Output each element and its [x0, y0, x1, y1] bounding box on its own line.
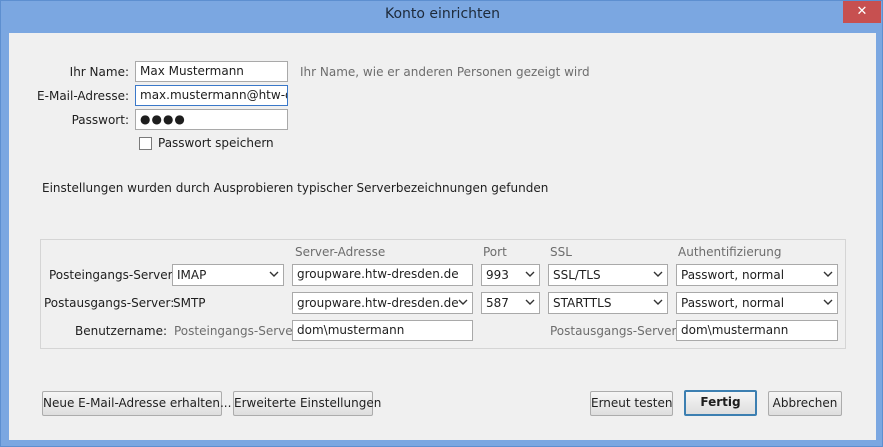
new-email-address-button[interactable]: Neue E-Mail-Adresse erhalten... — [42, 391, 231, 416]
incoming-port-select[interactable]: 993 — [481, 264, 540, 286]
chevron-down-icon — [269, 271, 279, 277]
username-incoming-label: Posteingangs-Server: — [174, 324, 302, 338]
server-settings-group: Server-Adresse Port SSL Authentifizierun… — [40, 239, 846, 349]
outgoing-port-select[interactable]: 587 — [481, 292, 540, 314]
cancel-button[interactable]: Abbrechen — [768, 391, 842, 416]
dialog-body: Ihr Name: Max Mustermann Ihr Name, wie e… — [9, 33, 876, 440]
username-label: Benutzername: — [74, 324, 167, 338]
column-header-authentication: Authentifizierung — [678, 245, 782, 259]
chevron-down-icon — [823, 299, 833, 305]
name-field-value: Max Mustermann — [140, 64, 244, 78]
incoming-server-address-field[interactable]: groupware.htw-dresden.de — [292, 264, 473, 286]
username-outgoing-label: Postausgangs-Server: — [550, 324, 681, 338]
password-field-value: ●●●● — [140, 112, 186, 126]
password-label: Passwort: — [71, 113, 129, 127]
outgoing-ssl-select[interactable]: STARTTLS — [548, 292, 668, 314]
done-button[interactable]: Fertig — [684, 390, 757, 416]
window-title: Konto einrichten — [385, 6, 500, 22]
close-icon: ✕ — [856, 4, 868, 19]
incoming-ssl-select[interactable]: SSL/TLS — [548, 264, 668, 286]
incoming-auth-select[interactable]: Passwort, normal — [676, 264, 838, 286]
incoming-protocol-select[interactable]: IMAP — [172, 264, 284, 286]
remember-password-label[interactable]: Passwort speichern — [158, 136, 274, 150]
advanced-settings-button[interactable]: Erweiterte Einstellungen — [233, 391, 381, 416]
outgoing-port-value: 587 — [486, 296, 509, 310]
outgoing-server-address-value: groupware.htw-dresden.de — [297, 296, 459, 310]
outgoing-protocol-text: SMTP — [173, 296, 206, 310]
title-bar[interactable]: Konto einrichten ✕ — [1, 1, 883, 33]
detection-status-text: Einstellungen wurden durch Ausprobieren … — [42, 181, 549, 195]
incoming-server-label: Posteingangs-Server: — [49, 268, 177, 282]
email-field[interactable]: max.mustermann@htw-dresden.de — [135, 85, 288, 106]
incoming-username-field[interactable]: dom\mustermann — [292, 320, 473, 341]
retest-button[interactable]: Erneut testen — [590, 391, 673, 416]
column-header-server-address: Server-Adresse — [295, 245, 386, 259]
chevron-down-icon — [823, 271, 833, 277]
incoming-auth-value: Passwort, normal — [681, 268, 785, 282]
chevron-down-icon — [653, 271, 663, 277]
chevron-down-icon — [653, 299, 663, 305]
chevron-down-icon — [525, 271, 535, 277]
password-field[interactable]: ●●●● — [135, 109, 288, 130]
chevron-down-icon — [525, 299, 535, 305]
close-button[interactable]: ✕ — [843, 1, 881, 23]
outgoing-auth-select[interactable]: Passwort, normal — [676, 292, 838, 314]
remember-password-checkbox[interactable] — [139, 137, 152, 150]
account-setup-window: Konto einrichten ✕ Ihr Name: Max Musterm… — [0, 0, 883, 447]
column-header-ssl: SSL — [550, 245, 572, 259]
chevron-down-icon — [458, 299, 468, 305]
outgoing-ssl-value: STARTTLS — [553, 296, 612, 310]
outgoing-username-value: dom\mustermann — [681, 323, 789, 337]
outgoing-server-label: Postausgangs-Server: — [44, 296, 175, 310]
email-label: E-Mail-Adresse: — [37, 89, 129, 103]
incoming-port-value: 993 — [486, 268, 509, 282]
incoming-username-value: dom\mustermann — [297, 323, 405, 337]
incoming-protocol-value: IMAP — [177, 268, 207, 282]
name-field[interactable]: Max Mustermann — [135, 61, 288, 82]
column-header-port: Port — [483, 245, 507, 259]
incoming-ssl-value: SSL/TLS — [553, 268, 601, 282]
name-hint: Ihr Name, wie er anderen Personen gezeig… — [300, 65, 590, 79]
outgoing-username-field[interactable]: dom\mustermann — [676, 320, 838, 341]
incoming-server-address-value: groupware.htw-dresden.de — [297, 267, 459, 281]
email-field-value: max.mustermann@htw-dresden.de — [140, 88, 287, 102]
name-label: Ihr Name: — [69, 65, 129, 79]
outgoing-server-address-combobox[interactable]: groupware.htw-dresden.de — [292, 292, 473, 314]
outgoing-auth-value: Passwort, normal — [681, 296, 785, 310]
